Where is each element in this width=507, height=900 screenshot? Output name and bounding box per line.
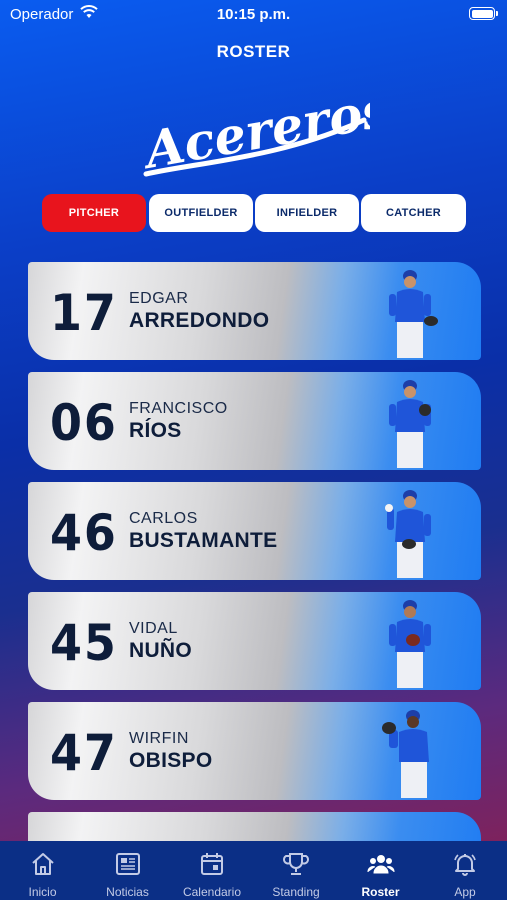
player-last-name: RÍOS: [129, 419, 182, 442]
tab-bar: Inicio Noticias Calendario Standing Rost…: [0, 841, 507, 900]
bell-icon: [454, 854, 476, 876]
player-photo: [382, 710, 429, 798]
tab-label: Standing: [272, 885, 320, 899]
tab-noticias[interactable]: Noticias: [85, 841, 170, 900]
player-photo: [389, 270, 438, 358]
player-first-name: CARLOS: [129, 510, 198, 527]
tab-label: Noticias: [106, 885, 149, 899]
player-first-name: FRANCISCO: [129, 400, 228, 417]
player-number: 06: [50, 394, 118, 452]
player-last-name: BUSTAMANTE: [129, 529, 278, 552]
player-card[interactable]: 17 EDGAR ARREDONDO: [28, 262, 481, 360]
tab-label: App: [454, 885, 476, 899]
player-number: 17: [50, 284, 118, 342]
position-filter-bar: PITCHER OUTFIELDER INFIELDER CATCHER: [42, 194, 466, 232]
filter-outfielder[interactable]: OUTFIELDER: [149, 194, 253, 232]
player-first-name: VIDAL: [129, 620, 178, 637]
tab-standing[interactable]: Standing: [254, 841, 338, 900]
filter-catcher[interactable]: CATCHER: [361, 194, 466, 232]
team-icon: [367, 855, 394, 874]
tab-app[interactable]: App: [423, 841, 507, 900]
trophy-icon: [283, 853, 309, 875]
team-logo: Acereros: [140, 92, 370, 180]
calendar-icon: [201, 853, 223, 875]
player-card[interactable]: 47 WIRFIN OBISPO: [28, 702, 481, 800]
status-time: 10:15 p.m.: [216, 6, 291, 23]
tab-label: Inicio: [28, 885, 57, 899]
tab-label: Calendario: [182, 885, 242, 899]
filter-pitcher[interactable]: PITCHER: [42, 194, 146, 232]
home-icon: [31, 853, 54, 875]
battery-icon: [469, 7, 498, 20]
player-first-name: EDGAR: [129, 290, 189, 307]
player-photo: [385, 490, 431, 578]
player-number: 46: [50, 504, 118, 562]
player-photo: [389, 380, 431, 468]
status-bar: Operador 10:15 p.m.: [0, 0, 507, 28]
player-card[interactable]: 46 CARLOS BUSTAMANTE: [28, 482, 481, 580]
filter-infielder[interactable]: INFIELDER: [255, 194, 359, 232]
page-title: ROSTER: [216, 42, 291, 61]
player-card[interactable]: 45 VIDAL NUÑO: [28, 592, 481, 690]
player-last-name: OBISPO: [129, 749, 213, 772]
tab-roster[interactable]: Roster: [338, 841, 423, 900]
logo-wordmark: Acereros: [140, 92, 370, 180]
news-icon: [115, 853, 140, 875]
player-first-name: WIRFIN: [129, 730, 189, 747]
player-last-name: NUÑO: [129, 639, 193, 662]
tab-calendario[interactable]: Calendario: [170, 841, 254, 900]
tab-label: Roster: [361, 885, 400, 899]
player-number: 45: [50, 614, 118, 672]
player-card[interactable]: 06 FRANCISCO RÍOS: [28, 372, 481, 470]
player-number: 47: [50, 724, 118, 782]
tab-inicio[interactable]: Inicio: [0, 841, 85, 900]
player-last-name: ARREDONDO: [129, 309, 270, 332]
player-photo: [389, 600, 431, 688]
